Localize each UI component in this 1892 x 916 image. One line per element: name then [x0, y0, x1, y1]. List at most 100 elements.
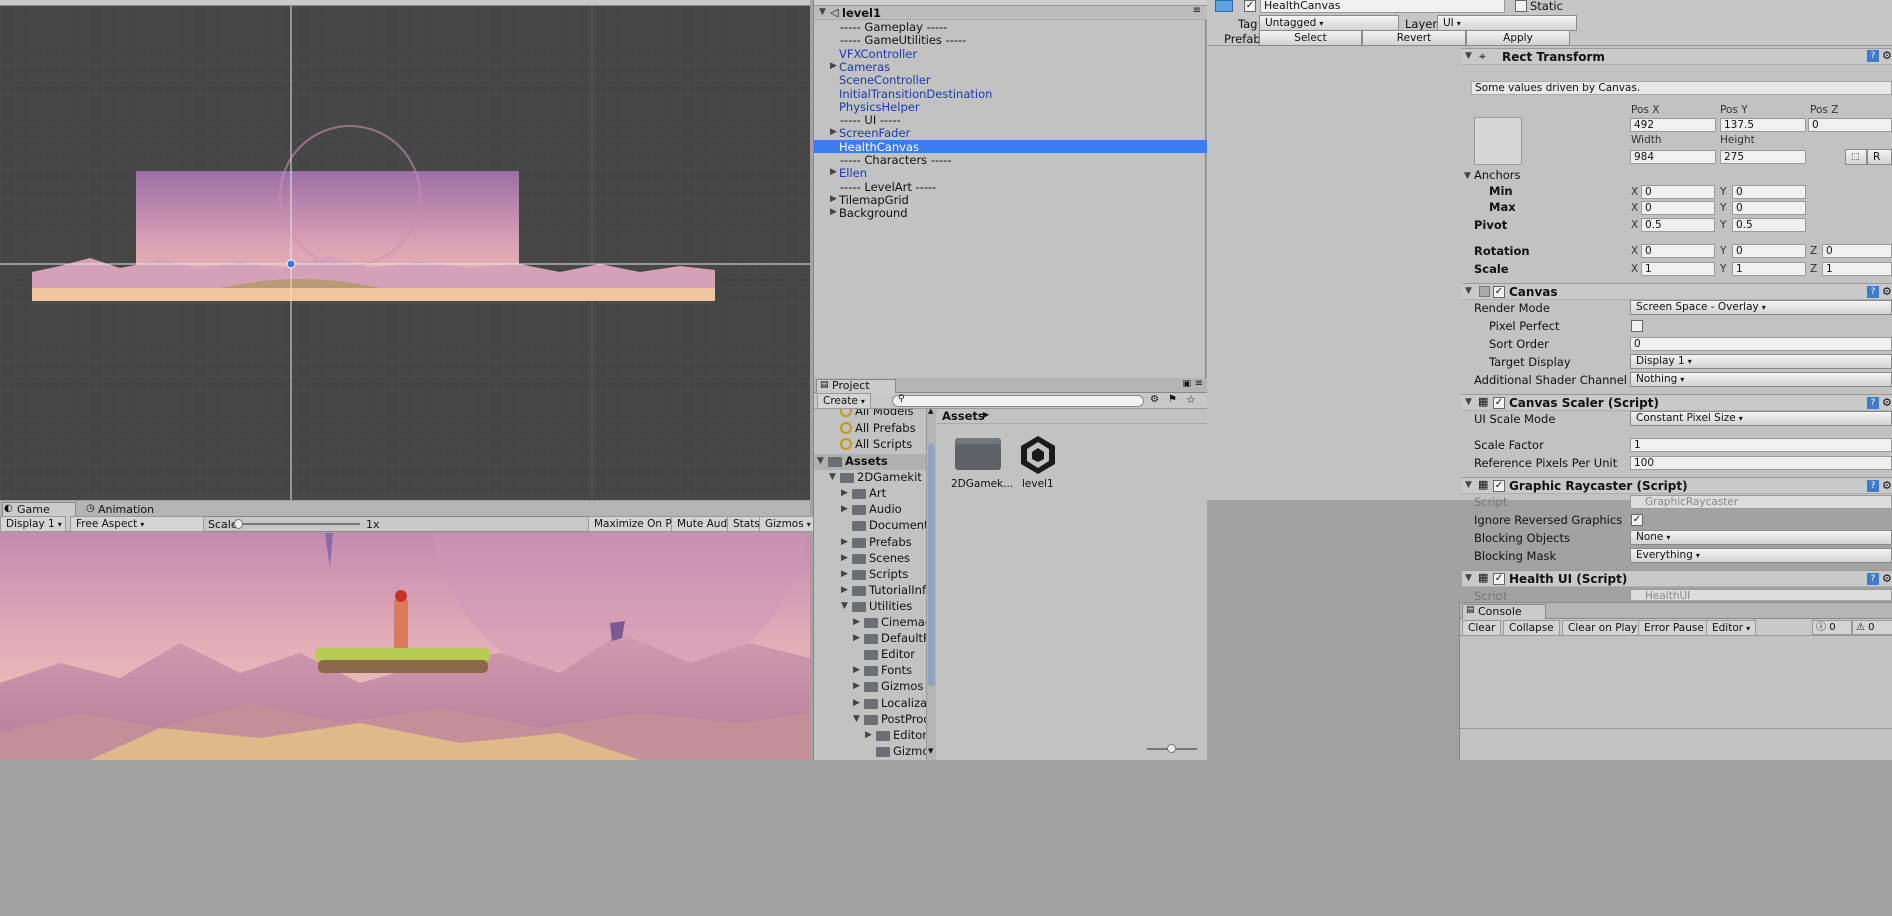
settings-gear-icon[interactable]: ⚙ [1882, 49, 1892, 62]
anchor-min-y-field[interactable]: 0 [1732, 185, 1806, 199]
target-display-dropdown[interactable]: Display 1 [1630, 354, 1892, 369]
hierarchy-item[interactable]: ▶ Cameras [814, 60, 1207, 74]
scene-view[interactable] [0, 0, 810, 500]
folder-item[interactable]: Gizmos [814, 744, 926, 760]
help-icon[interactable]: ? [1867, 480, 1879, 492]
collapsed-arrow-icon[interactable]: ▶ [841, 585, 848, 595]
collapsed-arrow-icon[interactable]: ▶ [841, 553, 848, 563]
hierarchy-item[interactable]: ----- Gameplay ----- [814, 20, 1207, 34]
prefab-apply-button[interactable]: Apply [1466, 30, 1570, 46]
prefab-revert-button[interactable]: Revert [1362, 30, 1466, 46]
expand-arrow-icon[interactable]: ▶ [830, 167, 837, 177]
hierarchy-item[interactable]: ▶ ScreenFader [814, 126, 1207, 140]
hierarchy-item[interactable]: ----- Characters ----- [814, 153, 1207, 167]
settings-gear-icon[interactable]: ⚙ [1882, 479, 1892, 492]
folder-item[interactable]: ▶ Gizmos [814, 679, 926, 695]
asset-scene-level1[interactable]: level1 [1007, 434, 1067, 494]
collapsed-arrow-icon[interactable]: ▶ [853, 698, 860, 708]
asset-folder-2dgamekit[interactable]: 2DGamek... [949, 434, 1013, 494]
pixel-perfect-checkbox[interactable] [1631, 320, 1643, 332]
anchor-preset-button[interactable] [1474, 117, 1522, 165]
blocking-mask-dropdown[interactable]: Everything [1630, 548, 1892, 563]
canvas-header[interactable]: ▼ ✓ Canvas ? ⚙ [1462, 283, 1892, 300]
favorite-item[interactable]: All Models [855, 409, 913, 418]
folder-item[interactable]: ▼ PostProcessing [814, 712, 926, 728]
project-search-input[interactable] [892, 395, 1144, 407]
folder-item[interactable]: ▶ Localization [814, 696, 926, 712]
folder-item[interactable]: ▶ DefaultPlayables [814, 631, 926, 647]
anchor-min-x-field[interactable]: 0 [1641, 185, 1715, 199]
icon-size-thumb[interactable] [1167, 744, 1176, 753]
layer-dropdown[interactable]: UI [1437, 15, 1577, 31]
editor-target-dropdown[interactable]: Editor [1706, 620, 1757, 636]
hierarchy-item[interactable]: HealthCanvas [814, 139, 1207, 154]
expanded-arrow-icon[interactable]: ▼ [829, 472, 836, 482]
rotation-z-field[interactable]: 0 [1822, 244, 1892, 258]
collapsed-arrow-icon[interactable]: ▶ [841, 488, 848, 498]
anchor-max-x-field[interactable]: 0 [1641, 201, 1715, 215]
folder-item[interactable]: ▶ Cinemachine [814, 615, 926, 631]
anchors-arrow-icon[interactable]: ▼ [1464, 171, 1471, 181]
tag-dropdown[interactable]: Untagged [1259, 15, 1399, 31]
pos-x-field[interactable]: 492 [1630, 118, 1716, 132]
active-checkbox[interactable]: ✓ [1244, 0, 1256, 12]
console-clear-button[interactable]: Clear [1462, 620, 1502, 636]
collapsed-arrow-icon[interactable]: ▶ [841, 537, 848, 547]
breadcrumb-assets[interactable]: Assets [942, 409, 985, 423]
render-mode-dropdown[interactable]: Screen Space - Overlay [1630, 300, 1892, 315]
pos-z-field[interactable]: 0 [1808, 118, 1892, 132]
object-name-field[interactable]: HealthCanvas [1260, 0, 1505, 13]
collapsed-arrow-icon[interactable]: ▶ [853, 617, 860, 627]
folder-item[interactable]: ▶ Audio [814, 502, 926, 518]
folder-item[interactable]: ▶ Editor [814, 728, 926, 744]
expand-arrow-icon[interactable]: ▶ [830, 127, 837, 137]
folder-item[interactable]: ▼ Utilities [814, 599, 926, 615]
height-field[interactable]: 275 [1720, 150, 1806, 164]
console-collapse-button[interactable]: Collapse [1503, 620, 1560, 636]
pivot-x-field[interactable]: 0.5 [1641, 218, 1715, 232]
folder-item[interactable]: ▶ Scenes [814, 551, 926, 567]
hierarchy-item[interactable]: SceneController [814, 73, 1207, 87]
folder-item[interactable]: ▶ Prefabs [814, 535, 926, 551]
project-create-dropdown[interactable]: Create [817, 393, 871, 409]
tree-scrollbar[interactable]: ▲ ▼ [926, 407, 936, 760]
hierarchy-item[interactable]: ▶ Background [814, 206, 1207, 220]
settings-gear-icon[interactable]: ⚙ [1882, 396, 1892, 409]
gizmos-dropdown[interactable]: Gizmos [759, 516, 817, 532]
clear-on-play-button[interactable]: Clear on Play [1562, 620, 1644, 636]
tree-scroll-thumb[interactable] [928, 444, 935, 686]
width-field[interactable]: 984 [1630, 150, 1716, 164]
hierarchy-item[interactable]: ----- LevelArt ----- [814, 180, 1207, 194]
folder-item[interactable]: ▶ Art [814, 486, 926, 502]
expanded-arrow-icon[interactable]: ▼ [841, 601, 848, 611]
folder-item[interactable]: ▶ Scripts [814, 567, 926, 583]
scale-y-field[interactable]: 1 [1732, 262, 1806, 276]
folder-item[interactable]: Editor [814, 647, 926, 663]
favorite-star-icon[interactable]: ☆ [1186, 393, 1196, 406]
sort-order-field[interactable]: 0 [1630, 337, 1892, 351]
scale-slider-thumb[interactable] [234, 519, 243, 529]
game-render[interactable] [0, 533, 810, 760]
scale-z-field[interactable]: 1 [1822, 262, 1892, 276]
scroll-up-icon[interactable]: ▲ [928, 407, 933, 415]
filter-label-icon[interactable]: ⚑ [1168, 394, 1177, 405]
rect-transform-header[interactable]: ▼ ⌖ Rect Transform ? ⚙ [1462, 48, 1892, 65]
raycaster-enabled-checkbox[interactable]: ✓ [1493, 480, 1505, 492]
collapsed-arrow-icon[interactable]: ▶ [853, 665, 860, 675]
expand-arrow-icon[interactable]: ▼ [819, 7, 826, 17]
collapse-arrow-icon[interactable]: ▼ [1465, 397, 1472, 407]
blueprint-mode-button[interactable]: ⬚ [1845, 149, 1867, 165]
blocking-objects-dropdown[interactable]: None [1630, 530, 1892, 545]
lock-icon[interactable]: ▣ [1182, 379, 1191, 389]
collapse-arrow-icon[interactable]: ▼ [1465, 480, 1472, 490]
error-toggle[interactable]: ⓘ 0 [1812, 620, 1852, 635]
expanded-arrow-icon[interactable]: ▼ [853, 714, 860, 724]
collapse-arrow-icon[interactable]: ▼ [1465, 51, 1472, 61]
help-icon[interactable]: ? [1867, 573, 1879, 585]
ref-ppu-field[interactable]: 100 [1630, 456, 1892, 470]
canvas-scaler-header[interactable]: ▼ ▦ ✓ Canvas Scaler (Script) ? ⚙ [1462, 394, 1892, 411]
folder-item[interactable]: Documentation [814, 518, 926, 534]
anchor-max-y-field[interactable]: 0 [1732, 201, 1806, 215]
display-dropdown[interactable]: Display 1 [0, 516, 66, 532]
raw-edit-button[interactable]: R [1867, 149, 1892, 165]
